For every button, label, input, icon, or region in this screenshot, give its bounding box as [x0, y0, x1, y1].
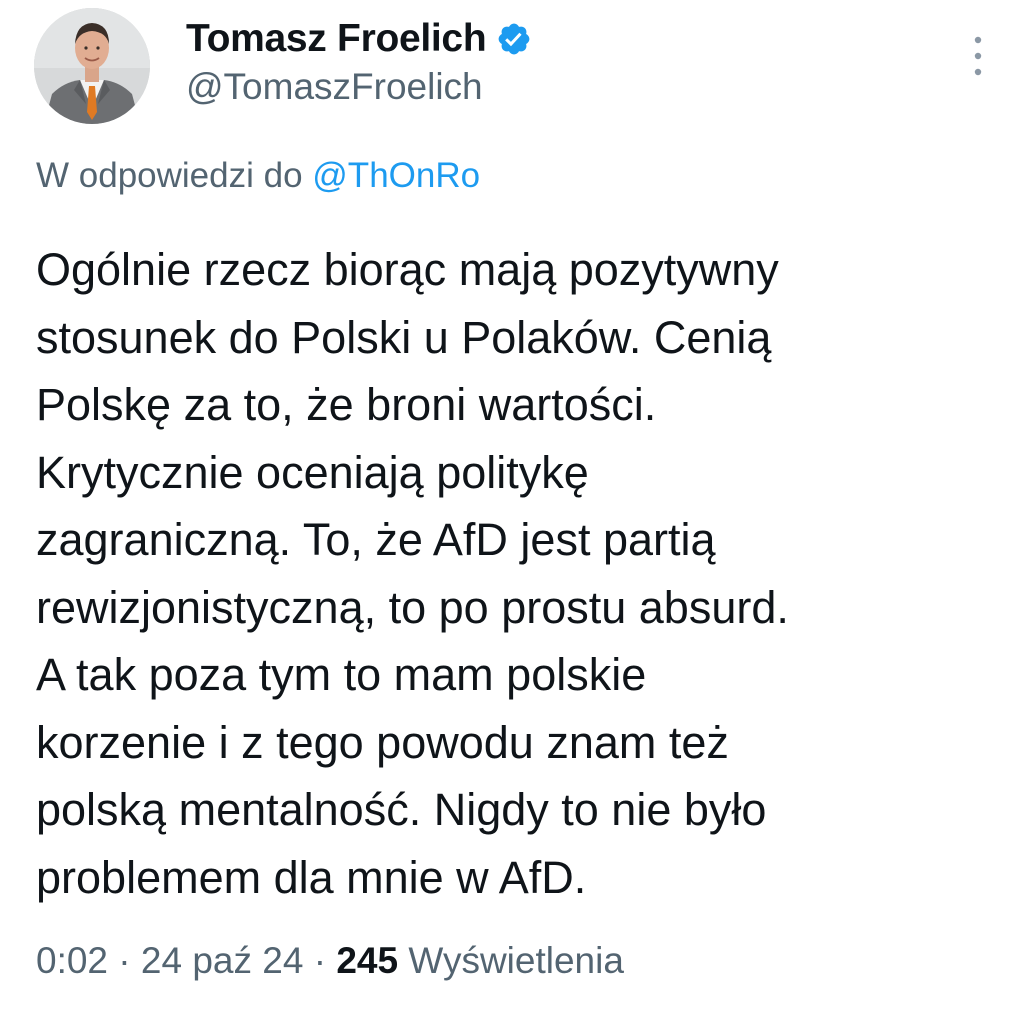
reply-prefix: W odpowiedzi do	[36, 156, 303, 195]
reply-mention-link[interactable]: @ThOnRo	[312, 156, 480, 195]
tweet-meta: 0:02 · 24 paź 24 · 245 Wyświetlenia	[36, 940, 624, 982]
tweet-date[interactable]: 24 paź 24	[141, 940, 304, 981]
reply-context: W odpowiedzi do @ThOnRo	[36, 156, 480, 196]
author-handle[interactable]: @TomaszFroelich	[186, 66, 483, 108]
tweet-time[interactable]: 0:02	[36, 940, 108, 981]
tweet-text: Ogólnie rzecz biorąc mają pozytywny stos…	[36, 244, 789, 903]
views-count: 245	[336, 940, 399, 981]
author-name-row[interactable]: Tomasz Froelich	[186, 12, 532, 66]
more-options-icon[interactable]	[966, 34, 990, 78]
avatar[interactable]	[34, 8, 150, 124]
meta-separator: ·	[303, 940, 337, 981]
author-display-name[interactable]: Tomasz Froelich	[186, 17, 487, 61]
verified-badge-icon	[496, 21, 532, 57]
meta-separator: ·	[108, 940, 141, 981]
views-label: Wyświetlenia	[408, 940, 624, 981]
